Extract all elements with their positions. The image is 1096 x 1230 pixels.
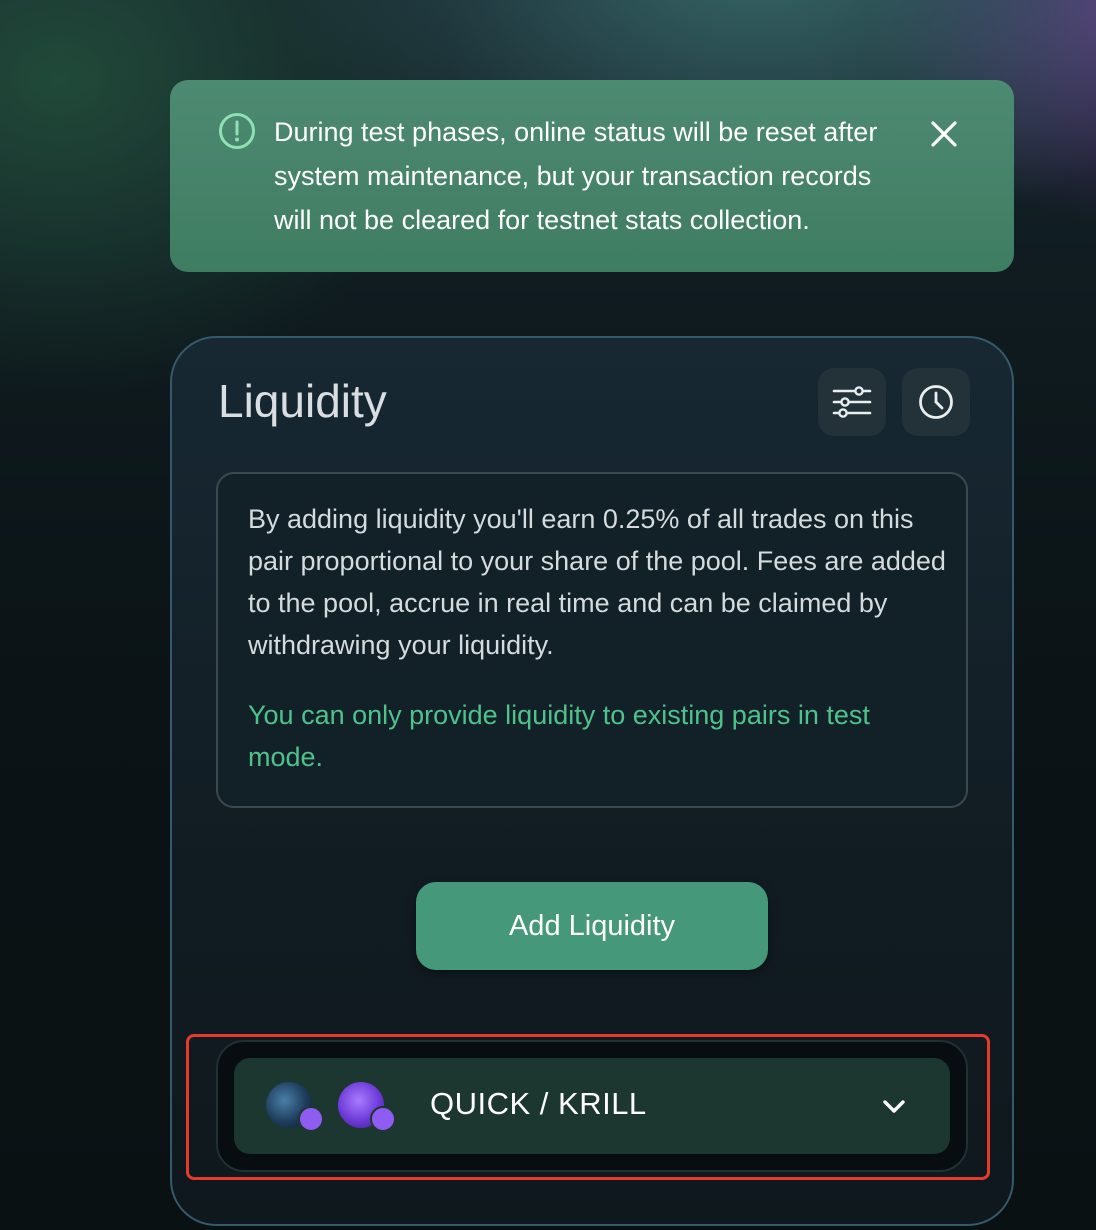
banner-message: During test phases, online status will b… [274, 117, 878, 235]
pair-selector-highlight [186, 1034, 990, 1180]
alert-circle-icon [219, 113, 255, 149]
history-button[interactable] [902, 368, 970, 436]
page-title: Liquidity [218, 375, 387, 427]
settings-button[interactable] [818, 368, 886, 436]
test-phase-banner: During test phases, online status will b… [170, 80, 1014, 272]
close-icon[interactable] [926, 116, 962, 152]
sliders-icon [832, 386, 872, 418]
clock-icon [919, 385, 953, 419]
add-liquidity-button[interactable]: Add Liquidity [416, 882, 768, 970]
liquidity-info-text: By adding liquidity you'll earn 0.25% of… [248, 504, 946, 660]
test-mode-note: You can only provide liquidity to existi… [248, 700, 870, 772]
liquidity-info-box: By adding liquidity you'll earn 0.25% of… [216, 472, 968, 808]
